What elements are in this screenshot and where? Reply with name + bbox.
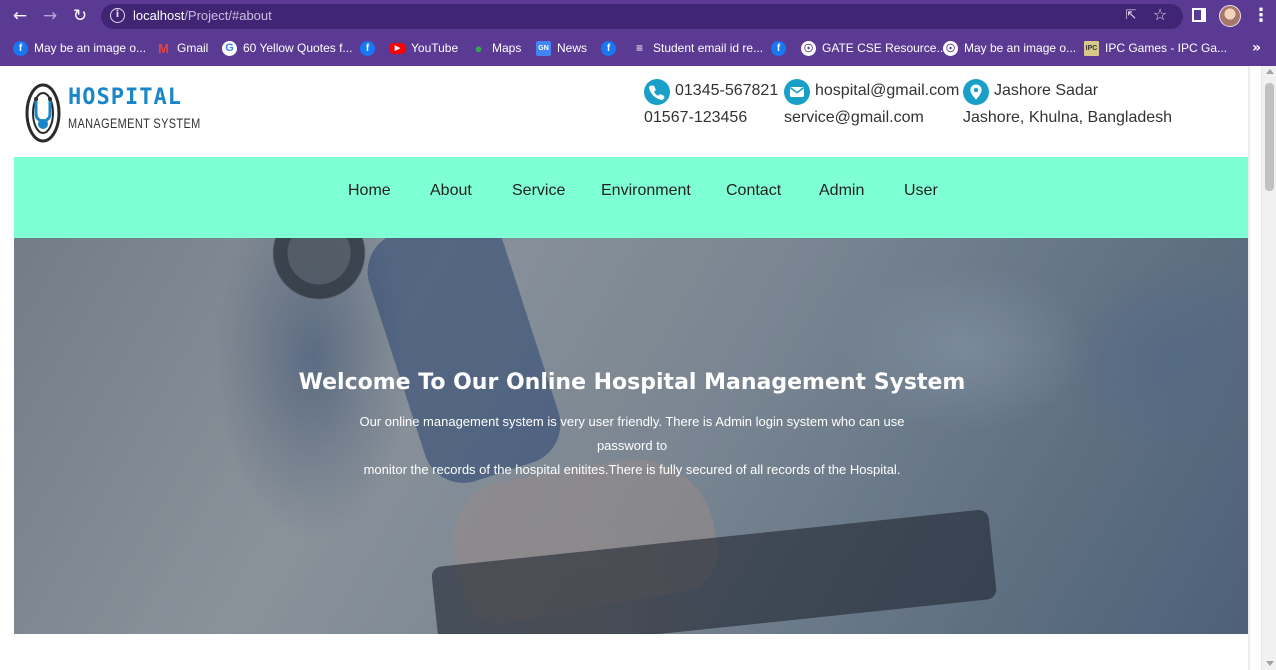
back-arrow-icon[interactable]: ← (9, 5, 31, 27)
news-icon: GN (536, 40, 551, 56)
scroll-down-arrow-icon[interactable] (1266, 661, 1274, 666)
bookmark-item[interactable]: f (360, 37, 375, 59)
nav-home[interactable]: Home (348, 182, 391, 200)
profile-avatar[interactable] (1219, 5, 1241, 27)
bookmark-item[interactable]: ☉ May be an image o... (943, 37, 1076, 59)
nav-user[interactable]: User (904, 182, 938, 200)
site-logo[interactable]: HOSPITAL MANAGEMENT SYSTEM (22, 78, 200, 148)
youtube-icon: ▶ (390, 42, 405, 54)
hero-description: Our online management system is very use… (332, 410, 932, 482)
address-bar[interactable]: i localhost/Project/#about ⇱ ☆ (101, 4, 1183, 29)
globe-icon: ☉ (943, 40, 958, 56)
forward-arrow-icon[interactable]: → (39, 5, 61, 27)
bookmark-label: Maps (492, 41, 522, 55)
page-edge (1248, 66, 1250, 670)
facebook-icon: f (13, 40, 28, 56)
bookmarks-bar: f May be an image o... M Gmail G 60 Yellow … (0, 37, 1276, 59)
hero-description-line: monitor the records of the hospital enit… (363, 462, 901, 477)
globe-icon: ☉ (801, 40, 816, 56)
phone-secondary[interactable]: 01567-123456 (644, 109, 747, 127)
url-path: /Project/#about (184, 8, 272, 23)
bookmark-item[interactable]: ≡ Student email id re... (632, 37, 763, 59)
main-navbar: Home About Service Environment Contact A… (14, 157, 1248, 238)
bookmark-item[interactable]: f May be an image o... (13, 37, 146, 59)
phone-primary[interactable]: 01345-567821 (675, 82, 778, 100)
nav-service[interactable]: Service (512, 182, 565, 200)
site-info-icon[interactable]: i (110, 8, 125, 23)
vertical-scrollbar[interactable] (1261, 66, 1276, 670)
bookmark-item[interactable]: M Gmail (156, 37, 208, 59)
bookmark-item[interactable]: IPC IPC Games - IPC Ga... (1084, 37, 1227, 59)
url-text[interactable]: localhost/Project/#about (133, 8, 272, 23)
address-city: Jashore Sadar (994, 82, 1099, 99)
facebook-icon: f (601, 40, 616, 56)
bookmark-item[interactable]: ☉ GATE CSE Resource... (801, 37, 946, 59)
bookmark-label: May be an image o... (964, 41, 1077, 55)
address-full: Jashore, Khulna, Bangladesh (963, 109, 1173, 126)
bookmark-item[interactable]: ● Maps (471, 37, 522, 59)
hero-description-line: Our online management system is very use… (359, 414, 905, 453)
logo-title: HOSPITAL (68, 85, 182, 110)
ipc-icon: IPC (1084, 40, 1099, 56)
nav-environment[interactable]: Environment (601, 182, 691, 200)
share-icon[interactable]: ⇱ (1123, 8, 1139, 24)
browser-menu-icon[interactable]: ⋮ (1252, 4, 1270, 28)
logo-subtitle: MANAGEMENT SYSTEM (68, 115, 201, 131)
bookmark-label: May be an image o... (34, 41, 147, 55)
maps-icon: ● (474, 40, 483, 56)
bookmark-star-icon[interactable]: ☆ (1151, 6, 1169, 24)
facebook-icon: f (771, 40, 786, 56)
hero-banner: Welcome To Our Online Hospital Managemen… (14, 238, 1250, 634)
bookmark-item[interactable]: f (771, 37, 786, 59)
nav-contact[interactable]: Contact (726, 182, 781, 200)
scroll-up-arrow-icon[interactable] (1266, 69, 1274, 74)
scrollbar-thumb[interactable] (1265, 83, 1274, 191)
list-icon: ≡ (635, 41, 643, 55)
bookmark-item[interactable]: f (601, 37, 616, 59)
address-row: ← → ↻ i localhost/Project/#about ⇱ ☆ ⋮ (0, 0, 1276, 33)
bookmark-label: News (557, 41, 588, 55)
phone-icon (644, 79, 670, 105)
bookmark-label: IPC Games - IPC Ga... (1105, 41, 1228, 55)
facebook-icon: f (360, 40, 375, 56)
bookmark-label: YouTube (411, 41, 459, 55)
bookmark-item[interactable]: GN News (536, 37, 587, 59)
nav-admin[interactable]: Admin (819, 182, 864, 200)
bookmark-label: 60 Yellow Quotes f... (243, 41, 353, 55)
bookmark-label: Gmail (177, 41, 209, 55)
url-host: localhost (133, 8, 185, 23)
google-icon: G (222, 40, 237, 56)
hero-title: Welcome To Our Online Hospital Managemen… (298, 370, 966, 395)
bookmarks-overflow-button[interactable]: » (1252, 37, 1261, 59)
gmail-icon: M (158, 40, 169, 56)
reload-icon[interactable]: ↻ (69, 5, 91, 27)
location-pin-icon (963, 79, 989, 105)
page-viewport: HOSPITAL MANAGEMENT SYSTEM 01345-567821 … (0, 66, 1276, 670)
bookmark-item[interactable]: ▶ YouTube (390, 37, 458, 59)
bookmark-label: Student email id re... (653, 41, 764, 55)
stethoscope-logo-icon (25, 83, 61, 143)
bookmark-item[interactable]: G 60 Yellow Quotes f... (222, 37, 352, 59)
mail-icon (784, 79, 810, 105)
email-secondary[interactable]: service@gmail.com (784, 109, 924, 127)
browser-chrome: ← → ↻ i localhost/Project/#about ⇱ ☆ ⋮ f… (0, 0, 1276, 66)
nav-about[interactable]: About (430, 182, 472, 200)
bookmark-label: GATE CSE Resource... (822, 41, 947, 55)
side-panel-icon[interactable] (1192, 8, 1206, 22)
email-primary[interactable]: hospital@gmail.com (815, 82, 959, 100)
